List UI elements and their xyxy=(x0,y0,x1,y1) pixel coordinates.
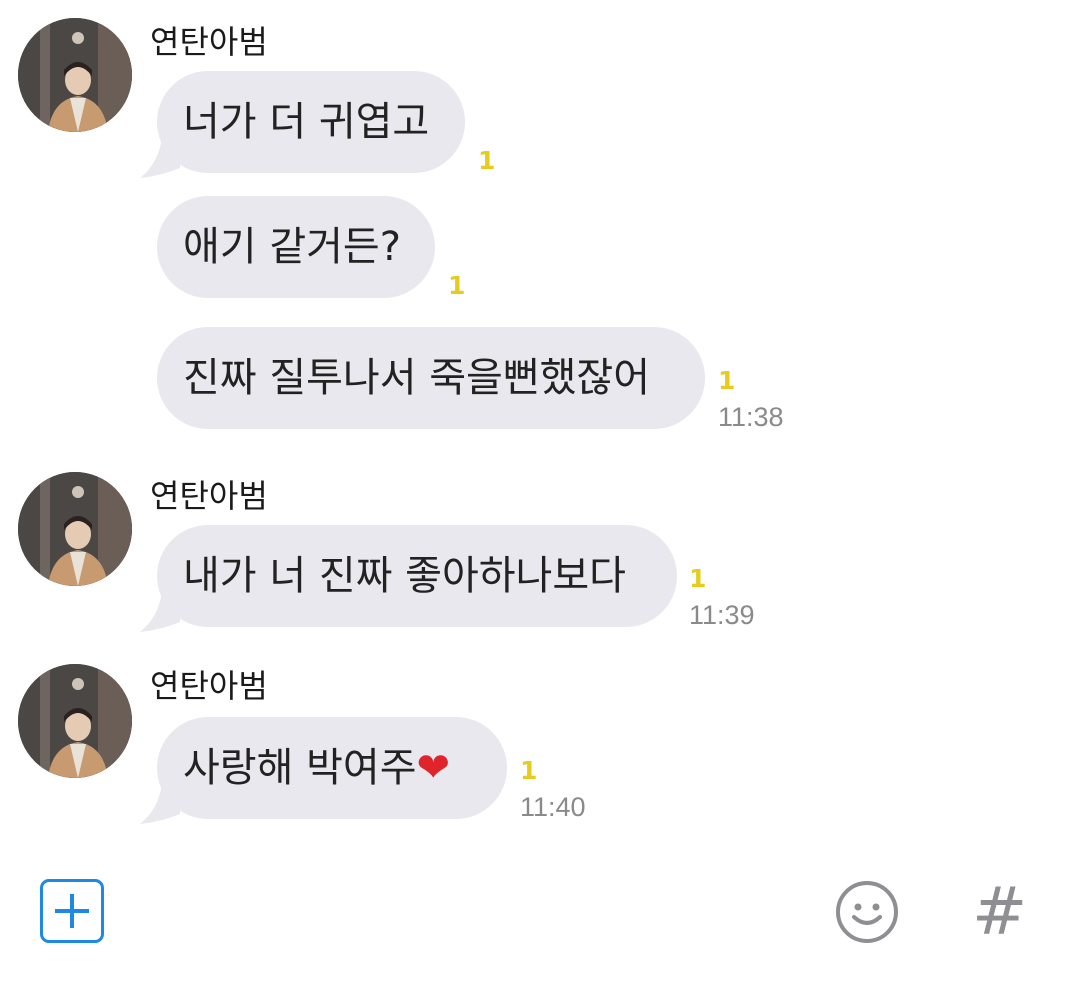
heart-emoji: ❤ xyxy=(416,745,451,791)
unread-count: 1 xyxy=(520,756,538,785)
message-bubble[interactable]: 너가 더 귀엽고 xyxy=(157,71,465,173)
sender-name: 연탄아범 xyxy=(150,477,268,515)
hash-icon[interactable]: # xyxy=(972,872,1027,952)
message-bubble[interactable]: 사랑해 박여주❤ xyxy=(157,717,507,819)
message-time: 11:39 xyxy=(689,600,755,630)
unread-count: 1 xyxy=(478,146,496,175)
sender-name: 연탄아범 xyxy=(150,667,268,705)
message-time: 11:38 xyxy=(718,402,784,432)
message-bubble[interactable]: 내가 너 진짜 좋아하나보다 xyxy=(157,525,677,627)
sender-name: 연탄아범 xyxy=(150,23,268,61)
sender-avatar[interactable] xyxy=(18,472,132,586)
plus-vertical xyxy=(70,894,74,928)
unread-count: 1 xyxy=(448,271,466,300)
plus-square-icon[interactable] xyxy=(40,879,104,943)
sender-avatar[interactable] xyxy=(18,18,132,132)
message-text: 사랑해 박여주 xyxy=(183,745,417,791)
message-bubble[interactable]: 진짜 질투나서 죽을뻔했잖어 xyxy=(157,327,705,429)
sender-avatar[interactable] xyxy=(18,664,132,778)
smiley-icon[interactable] xyxy=(834,879,900,945)
unread-count: 1 xyxy=(718,366,736,395)
unread-count: 1 xyxy=(689,564,707,593)
message-time: 11:40 xyxy=(520,792,586,822)
message-bubble[interactable]: 애기 같거든? xyxy=(157,196,435,298)
